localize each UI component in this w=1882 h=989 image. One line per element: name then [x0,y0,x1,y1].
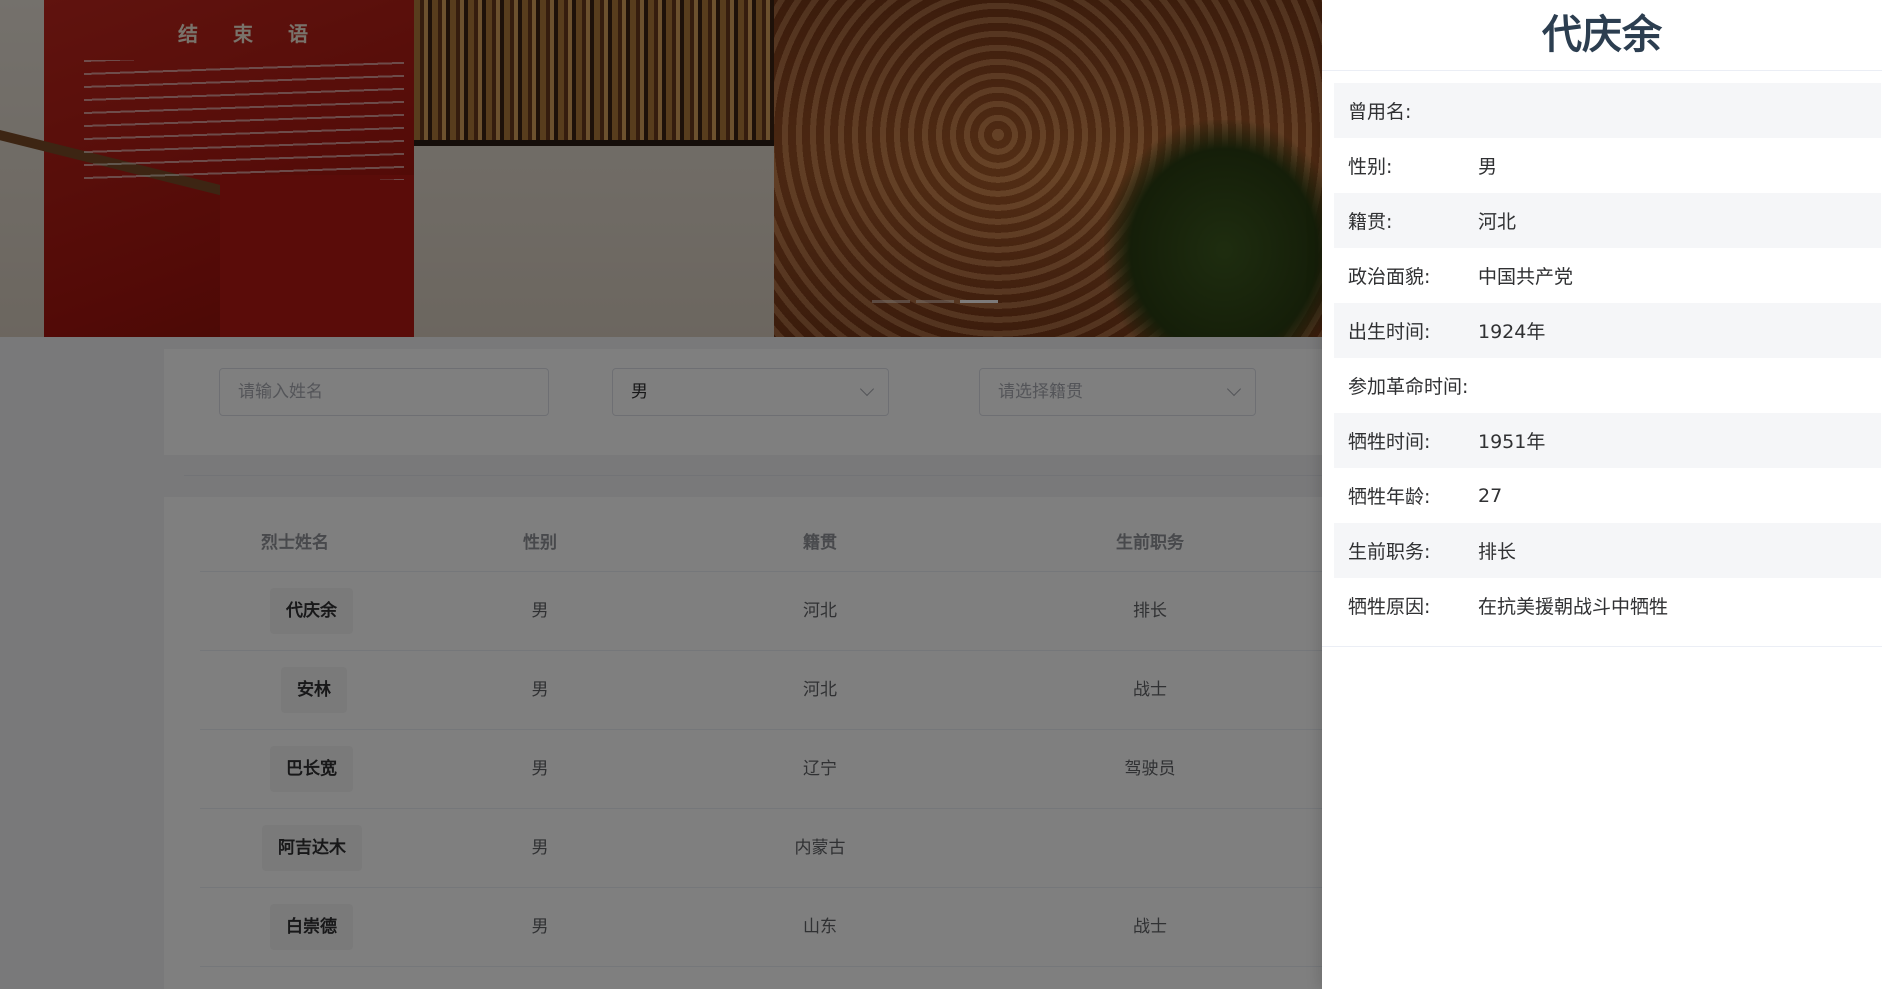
info-row-hometown: 籍贯: 河北 [1334,193,1881,248]
info-row-birth-time: 出生时间: 1924年 [1334,303,1881,358]
info-label: 曾用名: [1348,101,1412,123]
info-label: 牺牲时间: [1348,431,1431,453]
info-label: 性别: [1348,156,1393,178]
martyr-detail-drawer: 代庆余 曾用名: 性别: 男 籍贯: 河北 政治面貌: 中国共产党 出生时间: … [1322,0,1882,989]
info-value: 27 [1478,484,1503,507]
drawer-title: 代庆余 [1322,0,1882,71]
info-value: 男 [1478,156,1498,178]
info-label: 生前职务: [1348,541,1431,563]
info-row-death-time: 牺牲时间: 1951年 [1334,413,1881,468]
info-row-position: 生前职务: 排长 [1334,523,1881,578]
info-row-political-status: 政治面貌: 中国共产党 [1334,248,1881,303]
info-row-former-name: 曾用名: [1334,83,1881,138]
info-value: 1924年 [1478,321,1546,343]
info-label: 参加革命时间: [1348,376,1469,398]
info-label: 籍贯: [1348,211,1393,233]
info-label: 出生时间: [1348,321,1431,343]
info-row-gender: 性别: 男 [1334,138,1881,193]
info-value: 1951年 [1478,431,1546,453]
martyr-info-list: 曾用名: 性别: 男 籍贯: 河北 政治面貌: 中国共产党 出生时间: 1924… [1334,83,1881,633]
info-row-death-age: 牺牲年龄: 27 [1334,468,1881,523]
info-value: 河北 [1478,211,1517,233]
info-value: 排长 [1478,541,1517,563]
info-value: 中国共产党 [1478,266,1574,288]
info-value: 在抗美援朝战斗中牺牲 [1478,596,1669,618]
info-row-death-cause: 牺牲原因: 在抗美援朝战斗中牺牲 [1334,578,1881,633]
info-list-divider [1322,646,1882,647]
info-label: 牺牲原因: [1348,596,1431,618]
info-label: 政治面貌: [1348,266,1431,288]
info-label: 牺牲年龄: [1348,486,1431,508]
info-row-revolution-join-time: 参加革命时间: [1334,358,1881,413]
